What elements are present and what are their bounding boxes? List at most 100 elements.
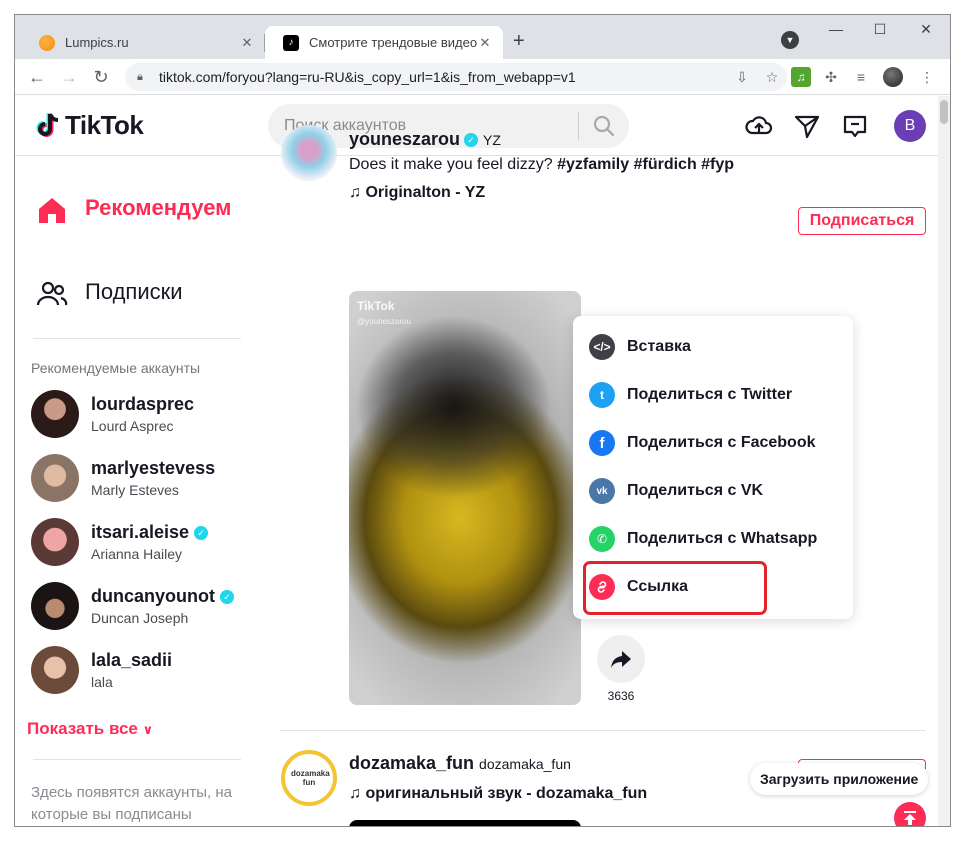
verified-badge-icon: ✓ [220, 589, 234, 604]
share-embed-item[interactable]: </> Вставка [589, 323, 691, 371]
forward-arrow-icon[interactable]: → [57, 65, 81, 89]
messages-send-icon[interactable] [793, 112, 821, 140]
verified-badge-icon: ✓ [464, 132, 479, 147]
suggested-account[interactable]: duncanyounot ✓ Duncan Joseph [31, 581, 234, 631]
music-title: Originalton - YZ [365, 184, 486, 201]
tiktok-logo[interactable]: TikTok [35, 110, 144, 141]
post-caption: Does it make you feel dizzy? [349, 156, 553, 173]
video-watermark: TikTok [357, 299, 395, 313]
share-button[interactable] [597, 635, 645, 683]
vk-icon: vk [589, 478, 615, 504]
address-bar[interactable]: 🔒︎ tiktok.com/foryou?lang=ru-RU&is_copy_… [125, 63, 787, 91]
verified-badge-icon: ✓ [194, 525, 209, 540]
account-name: Duncan Joseph [91, 610, 189, 626]
suggested-account[interactable]: itsari.aleise ✓ Arianna Hailey [31, 517, 209, 567]
page-scrollbar[interactable] [938, 96, 950, 826]
post-hashtags[interactable]: #yzfamily #fürdich #fyp [557, 156, 734, 173]
nav-label: Подписки [85, 279, 183, 304]
account-username: itsari.aleise [91, 522, 190, 542]
share-facebook-item[interactable]: f Поделиться с Facebook [589, 419, 816, 467]
post-username: dozamaka_fun [349, 753, 475, 773]
avatar [31, 390, 79, 438]
account-username: marlyestevess [91, 458, 216, 478]
arrow-up-icon [904, 811, 916, 825]
video-player[interactable]: TikTok @youneszarou [349, 291, 581, 705]
video-player[interactable] [349, 820, 581, 826]
minimize-button[interactable]: — [813, 21, 859, 37]
post-author-avatar[interactable]: dozamaka fun [281, 750, 337, 806]
share-vk-item[interactable]: vk Поделиться с VK [589, 467, 763, 515]
post-music[interactable]: ♫ Originalton - YZ [349, 184, 485, 202]
bookmark-star-icon[interactable]: ☆ [757, 69, 787, 86]
post-username: youneszarou [349, 129, 461, 149]
suggested-account[interactable]: lala_sadii lala [31, 645, 172, 695]
account-username: lourdasprec [91, 394, 195, 414]
music-extension-icon[interactable]: ♫ [791, 67, 811, 87]
music-title: оригинальный звук - dozamaka_fun [365, 785, 648, 802]
logo-wordmark: TikTok [65, 110, 144, 140]
tiktok-note-icon [36, 112, 59, 137]
url-text: tiktok.com/foryou?lang=ru-RU&is_copy_url… [159, 69, 576, 85]
tab-close-icon[interactable]: ✕ [477, 35, 493, 51]
suggested-account[interactable]: lourdasprec Lourd Asprec [31, 389, 194, 439]
avatar [31, 582, 79, 630]
share-item-label: Поделиться с VK [627, 482, 764, 499]
upload-cloud-icon[interactable] [745, 112, 773, 140]
reload-icon[interactable]: ↻ [89, 65, 113, 89]
account-name: Lourd Asprec [91, 418, 174, 434]
feed-divider [280, 730, 926, 731]
search-button[interactable] [579, 104, 629, 148]
window-close-button[interactable]: ✕ [903, 21, 949, 38]
show-all-button[interactable]: Показать все ∨ [27, 719, 153, 739]
tab-close-icon[interactable]: ✕ [239, 35, 255, 51]
user-avatar[interactable]: B [894, 110, 926, 142]
share-count: 3636 [607, 689, 635, 703]
scrollbar-thumb[interactable] [940, 100, 948, 124]
facebook-icon: f [589, 430, 615, 456]
share-twitter-item[interactable]: t Поделиться с Twitter [589, 371, 792, 419]
share-whatsapp-item[interactable]: ✆ Поделиться с Whatsapp [589, 515, 817, 563]
post-author-avatar[interactable] [281, 125, 337, 181]
nav-recommended[interactable]: Рекомендуем [35, 193, 245, 227]
link-highlight-frame [583, 561, 767, 615]
tab-title: Lumpics.ru [65, 35, 129, 50]
post-music[interactable]: ♫ оригинальный звук - dozamaka_fun [349, 785, 647, 803]
avatar [31, 518, 79, 566]
account-username: lala_sadii [91, 650, 173, 670]
whatsapp-icon: ✆ [589, 526, 615, 552]
tiktok-favicon-icon: ♪ [283, 34, 299, 51]
tab-search-icon[interactable]: ▼ [781, 31, 799, 49]
post-author[interactable]: dozamaka_fun dozamaka_fun [349, 753, 571, 774]
menu-dots-icon[interactable]: ⋮ [917, 67, 937, 87]
music-note-icon: ♫ [349, 184, 361, 201]
profile-avatar-icon[interactable] [883, 67, 903, 87]
account-name: Arianna Hailey [91, 546, 183, 562]
browser-toolbar: ← → ↻ 🔒︎ tiktok.com/foryou?lang=ru-RU&is… [15, 59, 950, 95]
inbox-icon[interactable] [841, 112, 869, 140]
tab-tiktok[interactable]: ♪ Смотрите трендовые видео | TikTok ✕ [265, 26, 503, 59]
post-author[interactable]: youneszarou ✓ YZ [349, 129, 501, 150]
avatar [31, 646, 79, 694]
avatar-logo-text: dozamaka fun [291, 769, 330, 787]
lock-icon: 🔒︎ [137, 70, 143, 83]
maximize-button[interactable]: ☐ [857, 21, 903, 38]
search-icon [594, 115, 615, 137]
install-app-icon[interactable]: ⇩ [727, 69, 757, 86]
following-hint: Здесь появятся аккаунты, на которые вы п… [31, 784, 233, 823]
extensions-puzzle-icon[interactable]: ✣ [821, 67, 841, 87]
scroll-to-top-button[interactable] [894, 802, 926, 826]
back-arrow-icon[interactable]: ← [25, 65, 49, 89]
suggested-account[interactable]: marlyestevess Marly Esteves [31, 453, 215, 503]
post-nickname: YZ [483, 132, 501, 148]
new-tab-button[interactable]: + [513, 31, 525, 51]
nav-following[interactable]: Подписки [35, 277, 183, 311]
media-control-icon[interactable]: ≡ [851, 67, 871, 87]
tab-title: Смотрите трендовые видео | TikTok [309, 35, 477, 50]
tab-lumpics[interactable]: Lumpics.ru ✕ [21, 26, 265, 59]
get-app-button[interactable]: Загрузить приложение [750, 763, 929, 795]
account-name: lala [91, 674, 113, 690]
show-all-label: Показать все [27, 719, 138, 738]
follow-button[interactable]: Подписаться [798, 207, 926, 235]
account-username: duncanyounot [91, 586, 215, 606]
users-icon [36, 281, 68, 306]
